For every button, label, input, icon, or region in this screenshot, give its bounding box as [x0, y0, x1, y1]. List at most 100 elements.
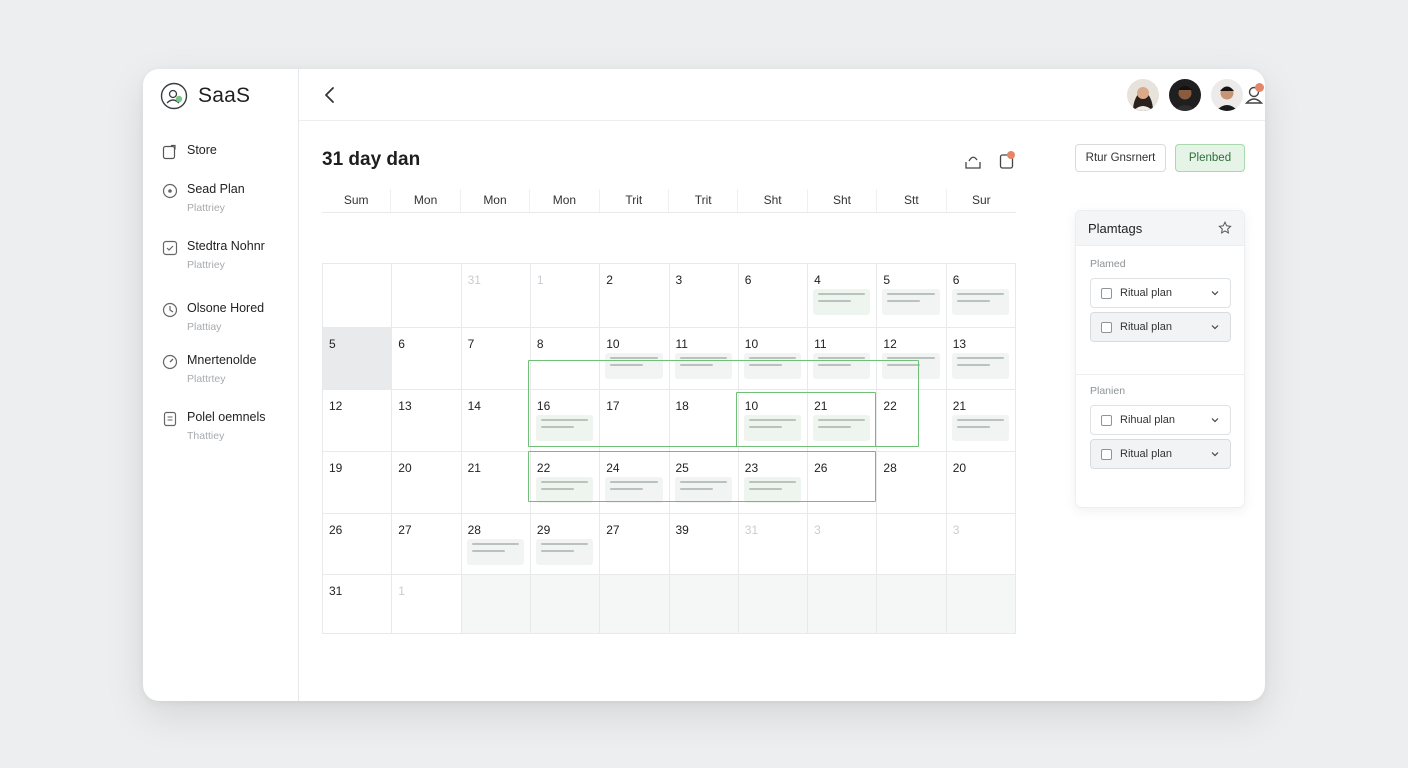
checkbox[interactable]: [1101, 321, 1112, 333]
secondary-action-button[interactable]: Rtur Gnsrnert: [1075, 144, 1166, 172]
calendar-day-cell[interactable]: 4: [808, 264, 878, 328]
calendar-day-cell[interactable]: 21: [808, 390, 878, 452]
calendar-event[interactable]: [813, 353, 871, 379]
calendar-day-cell[interactable]: 10: [600, 328, 670, 390]
calendar-day-cell[interactable]: 6: [738, 264, 809, 328]
calendar-event[interactable]: [605, 353, 663, 379]
calendar-event[interactable]: [466, 539, 524, 565]
ritual-plan-dropdown[interactable]: Ritual plan: [1090, 312, 1231, 342]
calendar-day-cell[interactable]: [530, 575, 601, 634]
calendar-day-cell[interactable]: 39: [669, 514, 739, 575]
calendar-event[interactable]: [951, 289, 1009, 315]
calendar-day-cell[interactable]: 18: [669, 390, 739, 452]
calendar-day-cell[interactable]: 11: [669, 328, 739, 390]
avatar[interactable]: [1127, 79, 1159, 111]
sidebar-item-mnertenolde[interactable]: Mnertenolde Plattrtey: [162, 353, 257, 385]
calendar-day-cell[interactable]: 6: [392, 328, 462, 390]
calendar-day-cell[interactable]: 21: [461, 452, 531, 514]
calendar-day-cell[interactable]: 12: [877, 328, 947, 390]
calendar-event[interactable]: [674, 477, 732, 503]
calendar-day-cell[interactable]: 10: [738, 390, 809, 452]
calendar-day-cell[interactable]: [600, 575, 670, 634]
calendar-day-cell[interactable]: 20: [392, 452, 462, 514]
calendar-day-cell[interactable]: 31: [461, 264, 531, 328]
calendar-day-cell[interactable]: 1: [530, 264, 601, 328]
calendar-day-cell[interactable]: 22: [530, 452, 601, 514]
sidebar-item-stedtra-nohnr[interactable]: Stedtra Nohnr Plattriey: [162, 239, 265, 271]
calendar-day-cell[interactable]: 31: [738, 514, 809, 575]
calendar-day-cell[interactable]: [392, 264, 462, 328]
calendar-day-cell[interactable]: 1: [392, 575, 462, 634]
calendar-day-cell[interactable]: 10: [738, 328, 809, 390]
calendar-event[interactable]: [535, 477, 594, 503]
brand-logo[interactable]: SaaS: [160, 81, 250, 111]
calendar-event[interactable]: [743, 353, 802, 379]
calendar-day-cell[interactable]: 25: [669, 452, 739, 514]
calendar-event[interactable]: [813, 415, 871, 441]
calendar-day-cell[interactable]: 27: [600, 514, 670, 575]
calendar-event[interactable]: [535, 415, 594, 441]
calendar-day-cell[interactable]: 28: [877, 452, 947, 514]
calendar-day-cell[interactable]: 23: [738, 452, 809, 514]
avatar[interactable]: [1211, 79, 1243, 111]
avatar[interactable]: [1169, 79, 1201, 111]
calendar-day-cell[interactable]: 19: [323, 452, 393, 514]
calendar-day-cell[interactable]: 16: [530, 390, 601, 452]
sidebar-item-olsone-hored[interactable]: Olsone Hored Plattiay: [162, 301, 264, 333]
back-arrow-icon[interactable]: [319, 84, 341, 106]
calendar-event[interactable]: [951, 353, 1009, 379]
calendar-day-cell[interactable]: [877, 575, 947, 634]
sidebar-item-polel-oemnels[interactable]: Polel oemnels Thattiey: [162, 410, 266, 442]
sidebar-item-sead-plan[interactable]: Sead Plan Plattriey: [162, 182, 245, 214]
calendar-day-cell[interactable]: 2: [600, 264, 670, 328]
checkbox[interactable]: [1101, 414, 1112, 426]
calendar-day-cell[interactable]: 3: [808, 514, 878, 575]
checkbox[interactable]: [1101, 448, 1112, 460]
calendar-day-cell[interactable]: 3: [946, 514, 1016, 575]
calendar-day-cell[interactable]: 17: [600, 390, 670, 452]
calendar-day-cell[interactable]: [669, 575, 739, 634]
calendar-day-cell[interactable]: 26: [323, 514, 393, 575]
calendar-day-cell[interactable]: 20: [946, 452, 1016, 514]
calendar-day-cell[interactable]: 26: [808, 452, 878, 514]
calendar-day-cell[interactable]: 21: [946, 390, 1016, 452]
calendar-day-cell[interactable]: 7: [461, 328, 531, 390]
calendar-day-cell[interactable]: [461, 575, 531, 634]
calendar-day-cell[interactable]: 27: [392, 514, 462, 575]
calendar-day-cell[interactable]: 24: [600, 452, 670, 514]
calendar-day-cell[interactable]: [877, 514, 947, 575]
planned-button[interactable]: Plenbed: [1175, 144, 1245, 172]
calendar-event[interactable]: [813, 289, 871, 315]
calendar-event[interactable]: [674, 353, 732, 379]
calendar-event[interactable]: [743, 477, 802, 503]
calendar-day-cell[interactable]: 13: [946, 328, 1016, 390]
calendar-event[interactable]: [605, 477, 663, 503]
calendar-day-cell[interactable]: 8: [530, 328, 601, 390]
calendar-event[interactable]: [743, 415, 802, 441]
calendar-day-cell[interactable]: 22: [877, 390, 947, 452]
calendar-day-cell[interactable]: 11: [808, 328, 878, 390]
calendar-event[interactable]: [535, 539, 594, 565]
calendar-day-cell[interactable]: [323, 264, 393, 328]
checkbox[interactable]: [1101, 287, 1112, 299]
calendar-day-cell[interactable]: 6: [946, 264, 1016, 328]
calendar-event[interactable]: [882, 289, 940, 315]
ritual-plan-dropdown[interactable]: Rihual plan: [1090, 405, 1231, 435]
calendar-day-cell[interactable]: 3: [669, 264, 739, 328]
calendar-day-cell[interactable]: 5: [323, 328, 393, 390]
calendar-day-cell[interactable]: 5: [877, 264, 947, 328]
share-icon[interactable]: [963, 151, 983, 171]
calendar-day-cell[interactable]: 31: [323, 575, 393, 634]
calendar-day-cell[interactable]: [808, 575, 878, 634]
calendar-day-cell[interactable]: 29: [530, 514, 601, 575]
ritual-plan-dropdown[interactable]: Ritual plan: [1090, 439, 1231, 469]
calendar-event[interactable]: [882, 353, 940, 379]
calendar-day-cell[interactable]: 28: [461, 514, 531, 575]
sidebar-item-store[interactable]: Store: [162, 143, 217, 160]
calendar-day-cell[interactable]: 13: [392, 390, 462, 452]
calendar-day-cell[interactable]: [946, 575, 1016, 634]
calendar-day-cell[interactable]: 14: [461, 390, 531, 452]
ritual-plan-dropdown[interactable]: Ritual plan: [1090, 278, 1231, 308]
star-icon[interactable]: [1218, 221, 1232, 235]
calendar-day-cell[interactable]: [738, 575, 809, 634]
